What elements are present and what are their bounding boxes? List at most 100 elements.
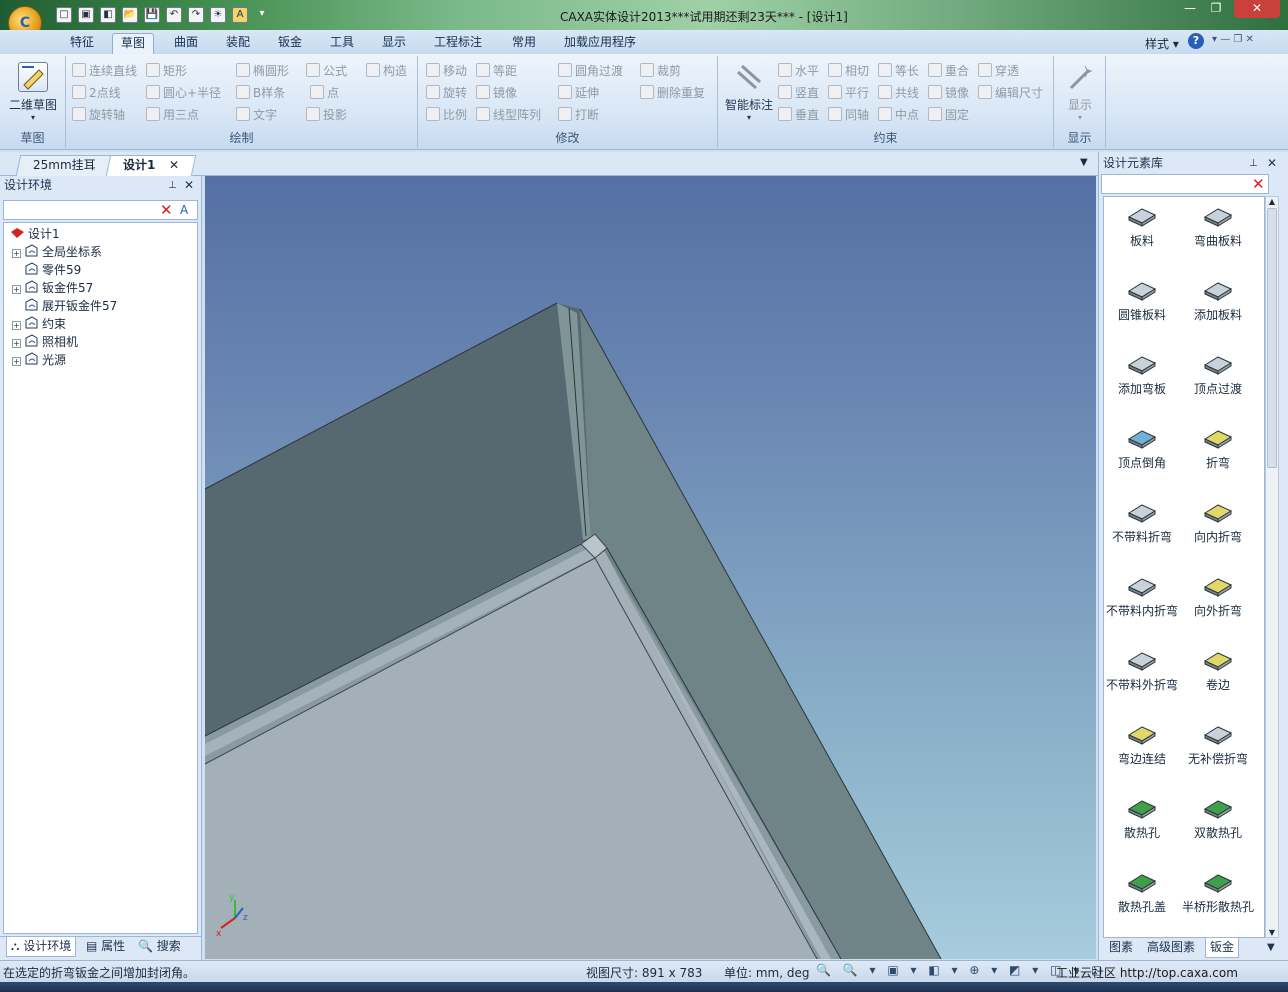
constraint-row3-item-2[interactable]: 中点 (878, 106, 919, 124)
dropdown-icon[interactable]: ▾ (254, 7, 270, 23)
tree-item[interactable]: 零件59 (12, 261, 81, 279)
draw-row3-item-1[interactable]: 用三点 (146, 106, 199, 124)
modify-row1-item-2[interactable]: 圆角过渡 (558, 62, 623, 80)
library-item[interactable]: 顶点倒角 (1104, 425, 1182, 471)
draw-row1-item-1[interactable]: 矩形 (146, 62, 187, 80)
minimize-button[interactable]: — (1180, 0, 1200, 18)
draw-row1-item-0[interactable]: 连续直线 (72, 62, 137, 80)
design-tree-icon[interactable]: A (180, 203, 188, 217)
tree-item[interactable]: 展开钣金件57 (12, 297, 117, 315)
library-item[interactable]: 板料 (1104, 203, 1182, 249)
modify-row2-item-2[interactable]: 延伸 (558, 84, 599, 102)
doc-tab-25mm[interactable]: 25mm挂耳 (15, 155, 113, 176)
tab-sheet-metal[interactable]: 钣金 (1205, 938, 1240, 958)
2d-sketch-button[interactable]: 二维草图 ▾ (6, 62, 60, 122)
modify-row2-item-0[interactable]: 旋转 (426, 84, 467, 102)
close-button[interactable]: ✕ (1234, 0, 1280, 18)
constraint-row3-item-3[interactable]: 固定 (928, 106, 969, 124)
library-item[interactable]: 散热孔盖 (1104, 869, 1182, 915)
library-item[interactable]: 散热孔 (1104, 795, 1182, 841)
save-icon[interactable]: 💾 (144, 7, 160, 23)
ribbon-tab-8[interactable]: 常用 (504, 33, 544, 54)
undo-icon[interactable]: ↶ (166, 7, 182, 23)
open-drawing-icon[interactable]: ▣ (78, 7, 94, 23)
library-item[interactable]: 向外折弯 (1178, 573, 1258, 619)
doc-tab-design1[interactable]: 设计1 ✕ (105, 155, 197, 176)
tab-properties[interactable]: ▤ 属性 (86, 937, 125, 957)
tab-design-environment[interactable]: ⛬ 设计环境 (6, 937, 77, 957)
constraint-row2-item-0[interactable]: 竖直 (778, 84, 819, 102)
tree-item[interactable]: + 钣金件57 (12, 279, 93, 297)
tab-advanced-elements[interactable]: 高级图素 (1147, 938, 1195, 958)
tree-item[interactable]: + 光源 (12, 351, 66, 369)
tab-menu-icon[interactable]: ▼ (1267, 938, 1275, 958)
scroll-up-icon[interactable]: ▲ (1266, 197, 1278, 206)
draw-row1-item-2[interactable]: 椭圆形 (236, 62, 289, 80)
ribbon-tab-6[interactable]: 显示 (374, 33, 414, 54)
library-item[interactable]: 半桥形散热孔 (1178, 869, 1258, 915)
expand-icon[interactable]: + (12, 321, 21, 330)
ribbon-tab-7[interactable]: 工程标注 (426, 33, 490, 54)
help-icon[interactable]: ? (1188, 33, 1204, 49)
tab-list-dropdown-icon[interactable]: ▼ (1080, 157, 1088, 168)
constraint-row3-item-0[interactable]: 垂直 (778, 106, 819, 124)
draw-row3-item-2[interactable]: 文字 (236, 106, 277, 124)
ribbon-tab-3[interactable]: 装配 (218, 33, 258, 54)
library-item[interactable]: 顶点过渡 (1178, 351, 1258, 397)
pin-icon[interactable]: ⊥ (168, 177, 177, 195)
tree-item[interactable]: 设计1 (10, 225, 60, 243)
constraint-row2-item-4[interactable]: 编辑尺寸 (978, 84, 1043, 102)
library-item[interactable]: 无补偿折弯 (1178, 721, 1258, 767)
modify-row1-item-0[interactable]: 移动 (426, 62, 467, 80)
draw-row2-item-0[interactable]: 2点线 (72, 84, 121, 102)
expand-icon[interactable]: + (12, 357, 21, 366)
tree-item[interactable]: + 约束 (12, 315, 66, 333)
constraint-row2-item-2[interactable]: 共线 (878, 84, 919, 102)
constraint-row1-item-1[interactable]: 相切 (828, 62, 869, 80)
modify-row2-item-1[interactable]: 镜像 (476, 84, 517, 102)
constraint-row1-item-0[interactable]: 水平 (778, 62, 819, 80)
constraint-row1-item-3[interactable]: 重合 (928, 62, 969, 80)
expand-icon[interactable]: + (12, 285, 21, 294)
tab-elements[interactable]: 图素 (1109, 938, 1133, 958)
library-item[interactable]: 双散热孔 (1178, 795, 1258, 841)
library-item[interactable]: 添加板料 (1178, 277, 1258, 323)
pin-icon[interactable]: ⊥ (1249, 155, 1258, 173)
library-item[interactable]: 不带料内折弯 (1104, 573, 1182, 619)
library-item[interactable]: 折弯 (1178, 425, 1258, 471)
modify-row2-item-3[interactable]: 删除重复 (640, 84, 705, 102)
maximize-button[interactable]: ❐ (1206, 0, 1226, 18)
redo-icon[interactable]: ↷ (188, 7, 204, 23)
design-tree-icon[interactable]: A (232, 7, 248, 23)
draw-row2-item-1[interactable]: 圆心+半径 (146, 84, 221, 102)
modify-row1-item-3[interactable]: 裁剪 (640, 62, 681, 80)
smart-dimension-button[interactable]: 智能标注 ▾ (722, 62, 776, 122)
display-button[interactable]: 显示 ▾ (1058, 62, 1102, 122)
tree-item[interactable]: + 全局坐标系 (12, 243, 102, 261)
open-folder-icon[interactable]: 📂 (122, 7, 138, 23)
scroll-down-icon[interactable]: ▼ (1266, 928, 1278, 937)
library-item[interactable]: 添加弯板 (1104, 351, 1182, 397)
modify-row1-item-1[interactable]: 等距 (476, 62, 517, 80)
constraint-row2-item-1[interactable]: 平行 (828, 84, 869, 102)
ribbon-tab-1[interactable]: 草图 (112, 33, 155, 54)
ribbon-tab-0[interactable]: 特征 (62, 33, 102, 54)
ribbon-tab-2[interactable]: 曲面 (166, 33, 206, 54)
library-item[interactable]: 不带料折弯 (1104, 499, 1182, 545)
library-item[interactable]: 不带料外折弯 (1104, 647, 1182, 693)
draw-row2-item-2[interactable]: B样条 (236, 84, 285, 102)
new-file-icon[interactable]: □ (56, 7, 72, 23)
ribbon-tab-4[interactable]: 钣金 (270, 33, 310, 54)
tree-search-bar[interactable]: ✕ A (3, 200, 198, 220)
scroll-thumb[interactable] (1267, 208, 1277, 468)
3d-viewport[interactable]: y x z (205, 176, 1096, 959)
constraint-row2-item-3[interactable]: 镜像 (928, 84, 969, 102)
draw-row3-item-0[interactable]: 旋转轴 (72, 106, 125, 124)
library-item[interactable]: 向内折弯 (1178, 499, 1258, 545)
light-icon[interactable]: ☀ (210, 7, 226, 23)
draw-row1-item-4[interactable]: 构造 (366, 62, 407, 80)
modify-row3-item-1[interactable]: 线型阵列 (476, 106, 541, 124)
library-item[interactable]: 卷边 (1178, 647, 1258, 693)
library-item[interactable]: 弯边连结 (1104, 721, 1182, 767)
library-item[interactable]: 弯曲板料 (1178, 203, 1258, 249)
